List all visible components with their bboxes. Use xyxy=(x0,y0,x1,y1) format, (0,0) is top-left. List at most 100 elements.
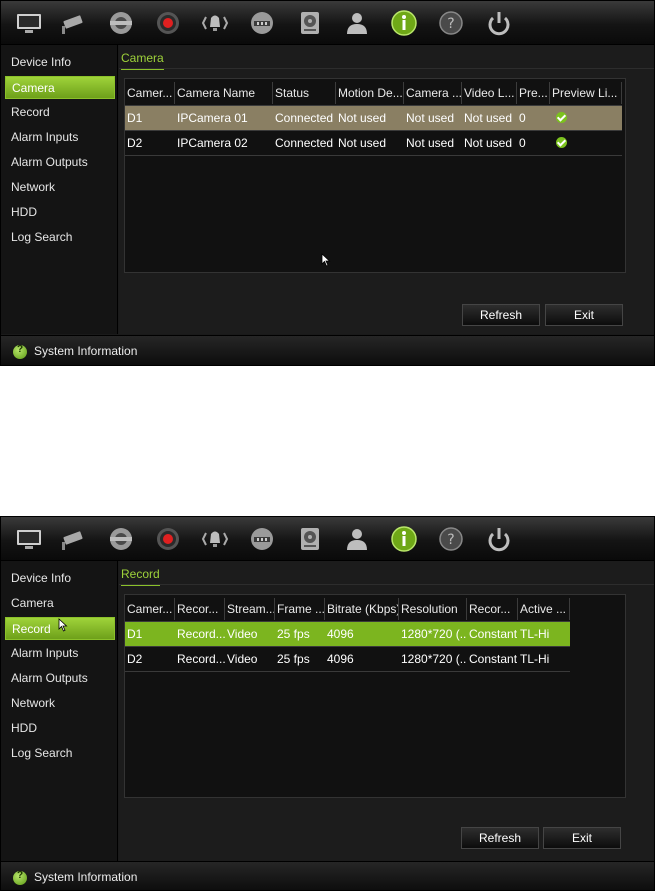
tab-divider xyxy=(119,68,654,69)
cell-video-loss: Not used xyxy=(464,111,513,125)
sidebar-item-hdd[interactable]: HDD xyxy=(5,201,115,224)
info-icon[interactable] xyxy=(388,524,420,554)
exit-button[interactable]: Exit xyxy=(543,827,621,849)
mouse-cursor-icon xyxy=(321,253,331,267)
user-icon[interactable] xyxy=(341,8,373,38)
table-row[interactable]: D2 Record... Video 25 fps 4096 1280*720 … xyxy=(125,647,570,671)
column-header[interactable]: Pre... xyxy=(517,82,550,104)
network-icon[interactable] xyxy=(246,8,278,38)
camera-icon[interactable] xyxy=(56,8,88,38)
sidebar-item-alarm-inputs[interactable]: Alarm Inputs xyxy=(5,126,115,149)
cell-camera-name: IPCamera 02 xyxy=(177,136,248,150)
column-header[interactable]: Video L... xyxy=(462,82,517,104)
status-text[interactable]: System Information xyxy=(34,870,137,884)
monitor-icon[interactable] xyxy=(13,8,45,38)
sidebar-item-record[interactable]: Record xyxy=(5,101,115,124)
table-row[interactable]: D2 IPCamera 02 Connected Not used Not us… xyxy=(125,131,622,155)
table-row[interactable]: D1 Record... Video 25 fps 4096 1280*720 … xyxy=(125,622,570,646)
alarm-icon[interactable] xyxy=(199,524,231,554)
check-icon xyxy=(556,136,567,148)
cell-status: Connected xyxy=(275,136,334,150)
cell-active: TL-Hi xyxy=(520,627,550,641)
column-header[interactable]: Bitrate (Kbps) xyxy=(325,598,399,620)
column-header[interactable]: Preview Li... xyxy=(550,82,622,104)
hdd-icon[interactable] xyxy=(294,8,326,38)
hdd-icon[interactable] xyxy=(294,524,326,554)
sidebar-item-camera[interactable]: Camera xyxy=(5,76,115,99)
row-divider xyxy=(125,671,570,672)
row-divider xyxy=(125,155,622,156)
sidebar-item-camera[interactable]: Camera xyxy=(5,592,115,615)
column-header[interactable]: Camera Name xyxy=(175,82,273,104)
cell-active: TL-Hi xyxy=(520,652,550,666)
camera-table: Camer... Camera Name Status Motion De...… xyxy=(124,78,626,273)
record-settings-window: ? Device Info Camera Record Alarm Inputs… xyxy=(0,516,655,891)
status-text[interactable]: System Information xyxy=(34,344,137,358)
cell-camera: D1 xyxy=(127,111,143,125)
column-header[interactable]: Status xyxy=(273,82,336,104)
ptz-icon[interactable] xyxy=(105,524,137,554)
column-header[interactable]: Frame ... xyxy=(275,598,325,620)
svg-text:?: ? xyxy=(447,16,454,32)
camera-content: Camera Camer... Camera Name Status Motio… xyxy=(119,45,654,334)
sidebar-item-network[interactable]: Network xyxy=(5,176,115,199)
info-icon[interactable] xyxy=(388,8,420,38)
cell-stream: Video xyxy=(227,652,258,666)
cell-frame: 25 fps xyxy=(277,652,310,666)
record-icon[interactable] xyxy=(152,524,184,554)
check-icon xyxy=(556,111,567,123)
ptz-icon[interactable] xyxy=(105,8,137,38)
cell-camera: D2 xyxy=(127,652,143,666)
power-icon[interactable] xyxy=(483,524,515,554)
refresh-button[interactable]: Refresh xyxy=(462,304,540,326)
sidebar-item-device-info[interactable]: Device Info xyxy=(5,51,115,74)
column-header[interactable]: Stream... xyxy=(225,598,275,620)
exit-button[interactable]: Exit xyxy=(545,304,623,326)
main-toolbar: ? xyxy=(1,517,654,561)
svg-text:?: ? xyxy=(447,532,454,548)
table-row[interactable]: D1 IPCamera 01 Connected Not used Not us… xyxy=(125,106,622,130)
sidebar-item-network[interactable]: Network xyxy=(5,692,115,715)
sidebar-item-alarm-inputs[interactable]: Alarm Inputs xyxy=(5,642,115,665)
power-icon[interactable] xyxy=(483,8,515,38)
tab-divider xyxy=(119,584,654,585)
help-icon[interactable]: ? xyxy=(435,8,467,38)
column-header[interactable]: Camer... xyxy=(125,598,175,620)
cell-motion: Not used xyxy=(338,111,387,125)
refresh-button[interactable]: Refresh xyxy=(461,827,539,849)
cell-camera-name: IPCamera 01 xyxy=(177,111,248,125)
system-info-icon xyxy=(13,870,27,885)
record-icon[interactable] xyxy=(152,8,184,38)
help-icon[interactable]: ? xyxy=(435,524,467,554)
cell-stream: Video xyxy=(227,627,258,641)
cell-record: Record... xyxy=(177,627,225,641)
sidebar-item-alarm-outputs[interactable]: Alarm Outputs xyxy=(5,667,115,690)
cell-frame: 25 fps xyxy=(277,627,310,641)
column-header[interactable]: Active ... xyxy=(518,598,570,620)
cell-pre: 0 xyxy=(519,136,526,150)
user-icon[interactable] xyxy=(341,524,373,554)
column-header[interactable]: Motion De... xyxy=(336,82,404,104)
sidebar-item-log-search[interactable]: Log Search xyxy=(5,226,115,249)
cell-camera-tamper: Not used xyxy=(406,136,455,150)
column-header[interactable]: Recor... xyxy=(175,598,225,620)
system-info-icon xyxy=(13,344,27,359)
camera-icon[interactable] xyxy=(56,524,88,554)
cell-resolution: 1280*720 (... xyxy=(401,652,467,666)
sidebar-item-device-info[interactable]: Device Info xyxy=(5,567,115,590)
cell-preview xyxy=(550,106,622,130)
status-bar: System Information xyxy=(1,335,654,365)
column-header[interactable]: Camera ... xyxy=(404,82,462,104)
alarm-icon[interactable] xyxy=(199,8,231,38)
network-icon[interactable] xyxy=(246,524,278,554)
sidebar-item-hdd[interactable]: HDD xyxy=(5,717,115,740)
cell-camera-tamper: Not used xyxy=(406,111,455,125)
column-header[interactable]: Camer... xyxy=(125,82,175,104)
column-header[interactable]: Recor... xyxy=(467,598,518,620)
table-header: Camer... Recor... Stream... Frame ... Bi… xyxy=(125,598,570,620)
column-header[interactable]: Resolution xyxy=(399,598,467,620)
cell-status: Connected xyxy=(275,111,334,125)
sidebar-item-alarm-outputs[interactable]: Alarm Outputs xyxy=(5,151,115,174)
monitor-icon[interactable] xyxy=(13,524,45,554)
sidebar-item-log-search[interactable]: Log Search xyxy=(5,742,115,765)
